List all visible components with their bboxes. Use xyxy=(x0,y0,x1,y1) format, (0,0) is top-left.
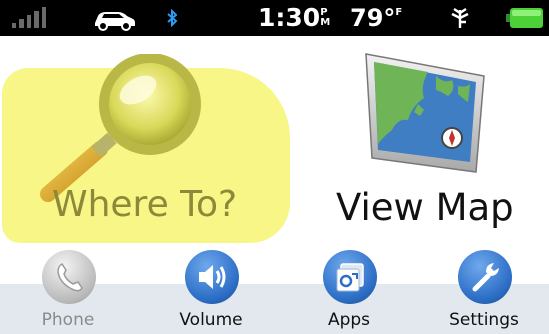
apps-glyph xyxy=(336,263,364,292)
volume-label: Volume xyxy=(179,310,243,330)
bluetooth-icon xyxy=(167,9,178,27)
view-map-button[interactable]: View Map xyxy=(330,46,545,246)
clock-value: 1:30 xyxy=(258,3,321,32)
clock-time: 1:30P M xyxy=(258,3,330,33)
status-bar: 1:30P M 79°F xyxy=(0,0,549,36)
temperature-value: 79° xyxy=(350,4,396,32)
wrench-glyph xyxy=(472,263,499,292)
where-to-label: Where To? xyxy=(52,184,238,225)
where-to-button[interactable]: Where To? xyxy=(0,54,290,243)
volume-button[interactable]: Volume xyxy=(161,250,261,334)
apps-button[interactable]: Apps xyxy=(299,250,399,334)
apps-label: Apps xyxy=(327,310,371,330)
settings-button[interactable]: Settings xyxy=(434,250,534,334)
speaker-glyph xyxy=(199,265,226,289)
battery-icon xyxy=(506,8,543,28)
speaker-icon xyxy=(185,250,239,304)
clock-suffix: PM xyxy=(320,7,331,28)
map-icon xyxy=(365,53,485,173)
settings-label: Settings xyxy=(449,310,519,330)
phone-handset-icon xyxy=(57,263,83,292)
temperature: 79°F xyxy=(350,3,402,33)
magnifying-glass-icon xyxy=(40,54,201,202)
signal-bars-icon xyxy=(12,7,47,28)
temperature-unit: F xyxy=(395,7,403,18)
apps-icon xyxy=(323,250,377,304)
phone-icon xyxy=(42,250,96,304)
navigation-main-menu: 1:30P M 79°F Where To? View Map Phone Vo… xyxy=(0,0,549,334)
car-icon xyxy=(95,12,135,31)
view-map-label: View Map xyxy=(336,186,514,229)
phone-button[interactable]: Phone xyxy=(18,250,118,334)
wrench-icon xyxy=(458,250,512,304)
phone-label: Phone xyxy=(41,310,95,330)
antenna-icon xyxy=(451,8,469,28)
